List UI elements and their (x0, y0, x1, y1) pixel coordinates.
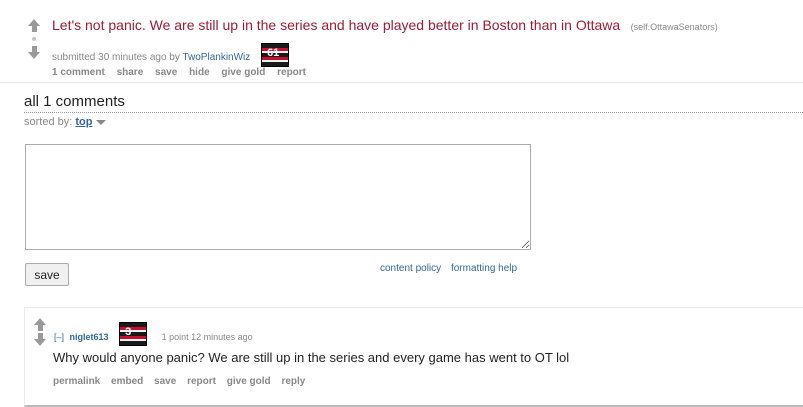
comments-link[interactable]: 1 comment (52, 67, 105, 78)
sort-menu: sorted by: top (24, 112, 803, 128)
comment-textarea[interactable] (25, 144, 531, 250)
give-gold-link[interactable]: give gold (227, 376, 271, 387)
comment-body: Why would anyone panic? We are still up … (53, 350, 570, 365)
sort-dropdown[interactable]: top (75, 116, 92, 128)
upvote-icon[interactable] (26, 19, 42, 32)
post-vote-arrows (26, 19, 42, 59)
chevron-down-icon[interactable] (96, 119, 107, 125)
comment-meta: 1 point 12 minutes ago (161, 332, 253, 342)
downvote-icon[interactable] (32, 333, 48, 346)
save-button[interactable]: save (25, 263, 69, 286)
save-link[interactable]: save (154, 376, 176, 387)
content-policy-link[interactable]: content policy (380, 263, 441, 274)
score-dot (32, 37, 36, 41)
comment-author[interactable]: niglet613 (70, 332, 109, 342)
help-links: content policy formatting help (380, 263, 524, 274)
report-link[interactable]: report (187, 376, 216, 387)
save-link[interactable]: save (155, 67, 177, 78)
post-author[interactable]: TwoPlankinWiz (182, 52, 250, 63)
upvote-icon[interactable] (32, 318, 48, 331)
comment-entry: [–] niglet613 3 1 point 12 minutes ago W… (24, 307, 803, 407)
comment-buttons: permalink embed save report give gold re… (53, 376, 313, 387)
give-gold-link[interactable]: give gold (221, 67, 265, 78)
post-tagline: submitted 30 minutes ago by TwoPlankinWi… (52, 43, 290, 67)
post-title-line: Let's not panic. We are still up in the … (52, 17, 718, 35)
formatting-help-link[interactable]: formatting help (451, 263, 517, 274)
permalink-link[interactable]: permalink (53, 376, 100, 387)
post-buttons: 1 comment share save hide give gold repo… (52, 67, 315, 78)
post-domain[interactable]: (self.OttawaSenators) (631, 22, 718, 32)
flair-number: 3 (125, 326, 132, 338)
reply-link[interactable]: reply (281, 376, 305, 387)
flair-number: 61 (267, 47, 280, 59)
author-flair-jersey-icon: 3 (119, 322, 148, 346)
hide-link[interactable]: hide (189, 67, 210, 78)
comment-tagline: [–] niglet613 3 1 point 12 minutes ago (54, 322, 253, 346)
embed-link[interactable]: embed (111, 376, 143, 387)
share-link[interactable]: share (117, 67, 144, 78)
post-title[interactable]: Let's not panic. We are still up in the … (52, 17, 620, 33)
collapse-toggle[interactable]: [–] (54, 332, 64, 342)
comments-panel-title: all 1 comments (24, 93, 125, 110)
downvote-icon[interactable] (26, 46, 42, 59)
sorted-by-label: sorted by: (24, 116, 73, 128)
report-link[interactable]: report (277, 67, 306, 78)
author-flair-jersey-icon: 61 (261, 43, 290, 67)
submitted-text: submitted 30 minutes ago by (52, 52, 180, 63)
comment-vote-arrows (32, 318, 48, 346)
post-entry: Let's not panic. We are still up in the … (0, 0, 803, 83)
